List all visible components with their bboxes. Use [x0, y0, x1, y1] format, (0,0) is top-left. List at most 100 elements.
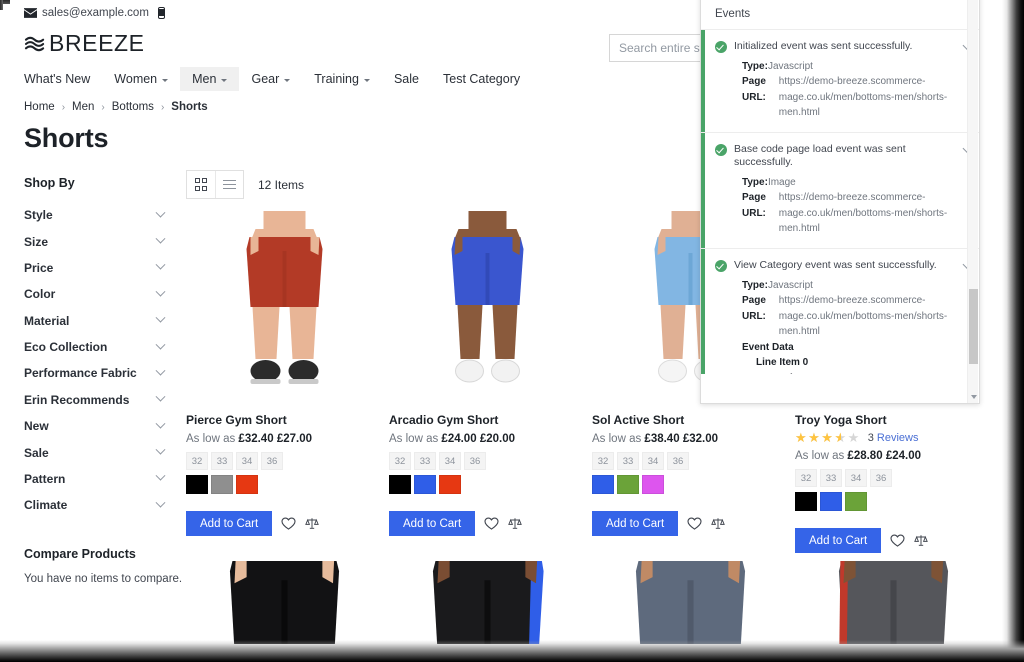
- size-swatch[interactable]: 33: [414, 452, 436, 470]
- product-image[interactable]: [592, 561, 789, 644]
- window-frame-right-shadow: [1002, 0, 1024, 662]
- filter-label: Sale: [24, 445, 49, 460]
- size-swatch[interactable]: 34: [642, 452, 664, 470]
- events-list[interactable]: Initialized event was sent successfully.…: [701, 29, 979, 374]
- product-card: Pierce Gym Short As low as £32.40 £27.00…: [186, 211, 383, 553]
- contact-email[interactable]: sales@example.com: [24, 7, 149, 19]
- event-title: Initialized event was sent successfully.: [734, 39, 913, 52]
- add-to-cart-button[interactable]: Add to Cart: [592, 511, 679, 536]
- size-swatch[interactable]: 36: [464, 452, 486, 470]
- filter-style[interactable]: Style: [24, 202, 186, 228]
- debug-panel-scrollbar[interactable]: [967, 0, 978, 403]
- product-name[interactable]: Troy Yoga Short: [795, 413, 992, 427]
- star-rating-icon[interactable]: ★★★★★★★★★★: [795, 431, 861, 444]
- color-swatch[interactable]: [236, 475, 258, 494]
- size-swatch[interactable]: 34: [236, 452, 258, 470]
- filter-size[interactable]: Size: [24, 228, 186, 254]
- scroll-down-arrow-icon[interactable]: [970, 395, 977, 399]
- filter-climate[interactable]: Climate: [24, 492, 186, 518]
- color-swatch[interactable]: [439, 475, 461, 494]
- size-swatches: 32 33 34 36: [592, 452, 789, 470]
- color-swatch[interactable]: [186, 475, 208, 494]
- color-swatch[interactable]: [845, 492, 867, 511]
- scrollbar-thumb[interactable]: [969, 289, 978, 365]
- size-swatch[interactable]: 33: [211, 452, 233, 470]
- color-swatch[interactable]: [414, 475, 436, 494]
- size-swatch[interactable]: 33: [617, 452, 639, 470]
- reviews-link[interactable]: Reviews: [877, 432, 919, 444]
- window-frame-left-edge: [0, 0, 3, 10]
- scales-compare-icon[interactable]: [914, 534, 929, 547]
- filter-pattern[interactable]: Pattern: [24, 466, 186, 492]
- breadcrumb-item-home[interactable]: Home: [24, 101, 55, 113]
- product-name[interactable]: Sol Active Short: [592, 413, 789, 427]
- color-swatch[interactable]: [642, 475, 664, 494]
- size-swatch[interactable]: 33: [820, 469, 842, 487]
- heart-icon[interactable]: [687, 517, 702, 530]
- heart-icon[interactable]: [890, 534, 905, 547]
- color-swatch[interactable]: [592, 475, 614, 494]
- size-swatch[interactable]: 36: [667, 452, 689, 470]
- nav-item-whats-new[interactable]: What's New: [24, 67, 102, 91]
- nav-item-sale[interactable]: Sale: [382, 67, 431, 91]
- nav-item-men[interactable]: Men: [180, 67, 240, 91]
- add-to-cart-button[interactable]: Add to Cart: [186, 511, 273, 536]
- chevron-down-icon: [155, 444, 166, 455]
- event-item[interactable]: Initialized event was sent successfully.…: [701, 29, 979, 133]
- add-to-cart-button[interactable]: Add to Cart: [389, 511, 476, 536]
- filter-price[interactable]: Price: [24, 255, 186, 281]
- filter-material[interactable]: Material: [24, 308, 186, 334]
- product-image[interactable]: [186, 561, 383, 644]
- color-swatch[interactable]: [211, 475, 233, 494]
- heart-icon[interactable]: [484, 517, 499, 530]
- filter-eco-collection[interactable]: Eco Collection: [24, 334, 186, 360]
- color-swatch[interactable]: [795, 492, 817, 511]
- size-swatch[interactable]: 34: [439, 452, 461, 470]
- grid-view-icon[interactable]: [187, 171, 215, 198]
- size-swatch[interactable]: 32: [795, 469, 817, 487]
- color-swatch[interactable]: [820, 492, 842, 511]
- color-swatch[interactable]: [389, 475, 411, 494]
- breadcrumb-item-men[interactable]: Men: [72, 101, 94, 113]
- filter-erin-recommends[interactable]: Erin Recommends: [24, 387, 186, 413]
- breadcrumb-item-bottoms[interactable]: Bottoms: [112, 101, 154, 113]
- filter-new[interactable]: New: [24, 413, 186, 439]
- nav-item-women[interactable]: Women: [102, 67, 180, 91]
- brand-logo[interactable]: BREEZE: [24, 30, 145, 57]
- nav-item-gear[interactable]: Gear: [239, 67, 302, 91]
- page-url-line2: mage.co.uk/men/bottoms-men/shorts-men.ht…: [778, 207, 948, 235]
- price-prefix: As low as: [592, 433, 642, 445]
- filter-label: Material: [24, 313, 70, 328]
- nav-item-test-category[interactable]: Test Category: [431, 67, 532, 91]
- size-swatch[interactable]: 36: [261, 452, 283, 470]
- nav-item-training[interactable]: Training: [302, 67, 382, 91]
- product-image[interactable]: [795, 561, 992, 644]
- tag-helper-debug-panel[interactable]: supported by the Tag Helper extension. E…: [700, 0, 980, 404]
- page-label: Page: [742, 192, 766, 204]
- filter-performance-fabric[interactable]: Performance Fabric: [24, 360, 186, 386]
- product-image[interactable]: [389, 561, 586, 644]
- product-image[interactable]: [186, 211, 383, 407]
- event-title: Base code page load event was sent succe…: [734, 142, 906, 169]
- filter-color[interactable]: Color: [24, 281, 186, 307]
- size-swatch[interactable]: 34: [845, 469, 867, 487]
- size-swatch[interactable]: 32: [186, 452, 208, 470]
- add-to-cart-button[interactable]: Add to Cart: [795, 528, 882, 553]
- size-swatch[interactable]: 36: [870, 469, 892, 487]
- filter-sale[interactable]: Sale: [24, 439, 186, 465]
- product-image[interactable]: [389, 211, 586, 407]
- mobile-phone-icon[interactable]: [157, 7, 165, 19]
- product-name[interactable]: Arcadio Gym Short: [389, 413, 586, 427]
- scales-compare-icon[interactable]: [711, 517, 726, 530]
- event-item[interactable]: View Category event was sent successfull…: [701, 248, 979, 374]
- color-swatch[interactable]: [617, 475, 639, 494]
- scales-compare-icon[interactable]: [305, 517, 320, 530]
- heart-icon[interactable]: [281, 517, 296, 530]
- chevron-down-icon: [155, 392, 166, 402]
- list-view-icon[interactable]: [215, 171, 243, 198]
- event-item[interactable]: Base code page load event was sent succe…: [701, 132, 979, 249]
- size-swatch[interactable]: 32: [592, 452, 614, 470]
- size-swatch[interactable]: 32: [389, 452, 411, 470]
- scales-compare-icon[interactable]: [508, 517, 523, 530]
- product-name[interactable]: Pierce Gym Short: [186, 413, 383, 427]
